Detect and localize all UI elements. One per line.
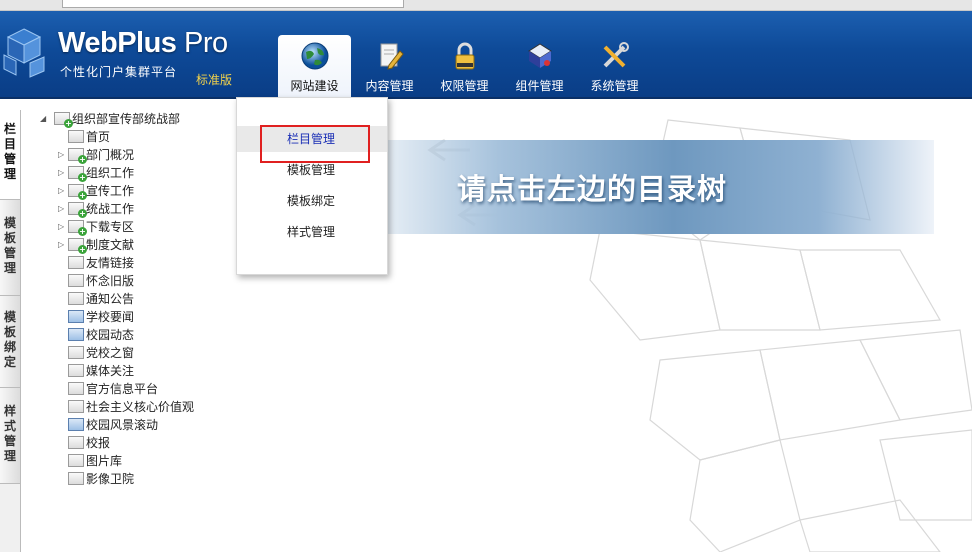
page-icon [68, 436, 84, 449]
menu-item-template-manage[interactable]: 模板管理 [237, 157, 387, 183]
expand-arrow-icon[interactable]: ▷ [58, 146, 68, 164]
menu-item-template-binding[interactable]: 模板绑定 [237, 188, 387, 214]
side-tab-column[interactable]: 栏目管理 [0, 110, 20, 200]
page-icon [68, 256, 84, 269]
page-icon [68, 346, 84, 359]
side-tab-label: 模板管理 [3, 216, 16, 275]
list-page-icon [68, 310, 84, 323]
folder-icon: + [68, 148, 87, 164]
list-page-icon [68, 328, 84, 341]
side-tab-style[interactable]: 样式管理 [0, 388, 20, 484]
menu-item-column-manage[interactable]: 栏目管理 [237, 126, 387, 152]
list-page-icon [68, 418, 84, 431]
expand-arrow-icon[interactable]: ▷ [58, 164, 68, 182]
folder-icon: + [54, 112, 73, 128]
expand-arrow-icon[interactable]: ▷ [58, 218, 68, 236]
side-tab-label: 栏目管理 [3, 122, 16, 181]
page-icon [68, 472, 84, 485]
side-tab-label: 样式管理 [3, 404, 16, 463]
page-icon [68, 292, 84, 305]
site-build-dropdown: 栏目管理 模板管理 模板绑定 样式管理 [236, 97, 388, 275]
side-tab-bar: 栏目管理 模板管理 模板绑定 样式管理 [0, 110, 21, 552]
expand-arrow-icon[interactable]: ▷ [58, 182, 68, 200]
folder-icon: + [68, 166, 87, 182]
folder-icon: + [68, 220, 87, 236]
expand-arrow-icon[interactable]: ▷ [58, 200, 68, 218]
side-tab-label: 模板绑定 [3, 310, 16, 369]
expand-arrow-icon[interactable]: ▷ [58, 236, 68, 254]
hint-banner-text: 请点击左边的目录树 [457, 172, 728, 206]
background-decoration [427, 119, 972, 552]
page-icon [68, 382, 84, 395]
folder-icon: + [68, 238, 87, 254]
page-icon [68, 364, 84, 377]
page-icon [68, 400, 84, 413]
side-tab-template-binding[interactable]: 模板绑定 [0, 296, 20, 388]
side-tab-template[interactable]: 模板管理 [0, 200, 20, 296]
menu-item-style-manage[interactable]: 样式管理 [237, 219, 387, 245]
folder-icon: + [68, 184, 87, 200]
page-icon [68, 130, 84, 143]
page-icon [68, 454, 84, 467]
folder-icon: + [68, 202, 87, 218]
page-icon [68, 274, 84, 287]
collapse-arrow-icon[interactable]: ◢ [40, 110, 50, 128]
